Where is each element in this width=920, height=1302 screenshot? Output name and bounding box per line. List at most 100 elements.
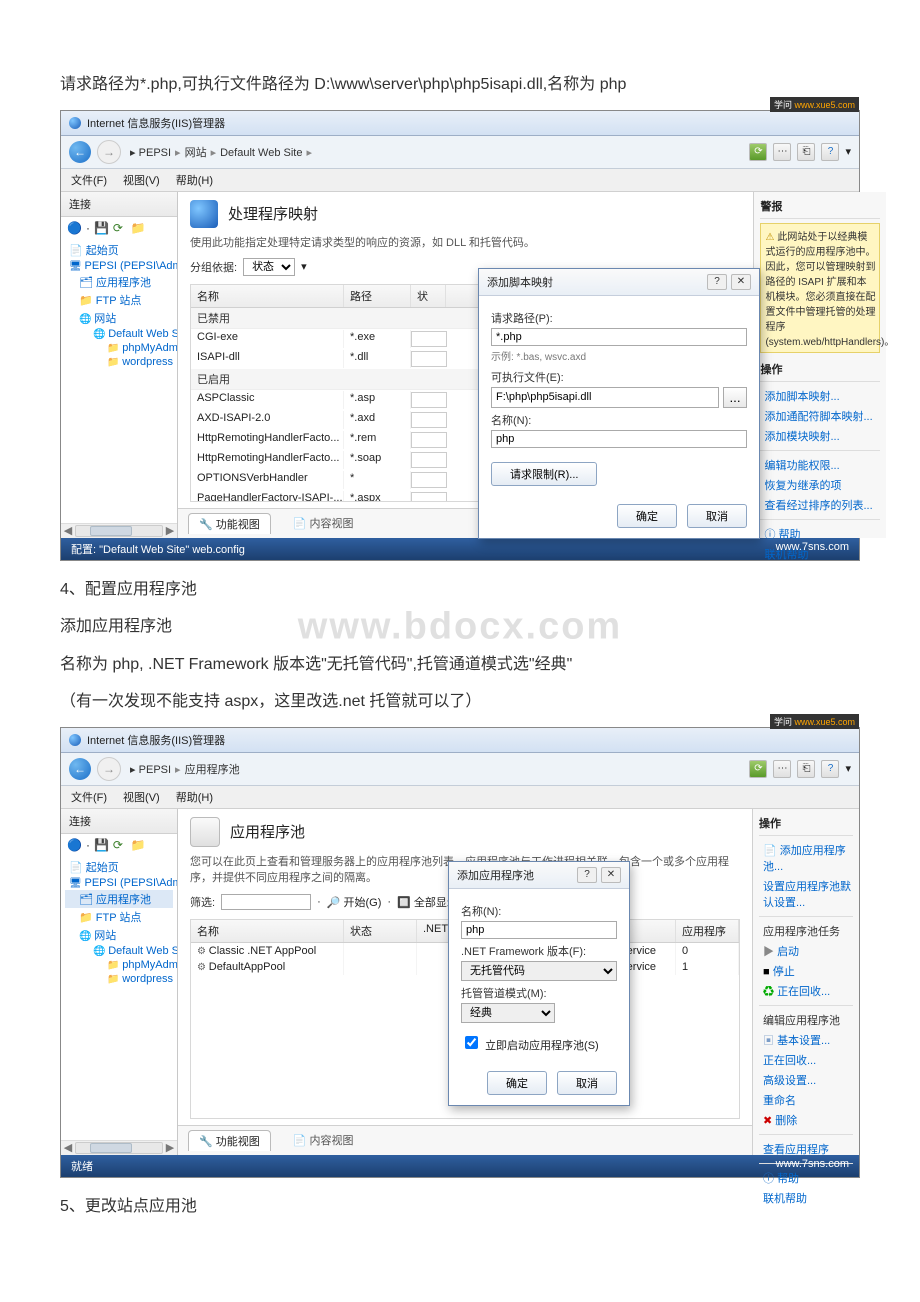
- action-online-help[interactable]: 联机帮助: [759, 1188, 853, 1208]
- back-button[interactable]: ←: [69, 141, 91, 163]
- forward-button[interactable]: →: [97, 757, 121, 781]
- group-by-select[interactable]: 状态: [243, 258, 295, 276]
- tree-server[interactable]: PEPSI (PEPSI\Administrator: [65, 259, 173, 273]
- tab-features-view[interactable]: 🔧 功能视图: [188, 1130, 271, 1151]
- tree-sites[interactable]: 网站: [65, 309, 173, 327]
- pool-name-input[interactable]: [461, 921, 617, 939]
- pipeline-select[interactable]: 经典: [461, 1003, 555, 1023]
- action-add-pool[interactable]: 📄 添加应用程序池...: [759, 840, 853, 876]
- tree-ftp[interactable]: 📁 FTP 站点: [65, 908, 173, 926]
- cancel-button[interactable]: 取消: [687, 504, 747, 528]
- connect-icon[interactable]: 🔵: [67, 221, 82, 235]
- col-apps[interactable]: 应用程序: [676, 920, 739, 942]
- tree-scrollbar[interactable]: ◀▶: [61, 523, 177, 538]
- save-icon[interactable]: 💾: [94, 838, 109, 852]
- tree-start-page[interactable]: 📄 起始页: [65, 858, 173, 876]
- action-revert[interactable]: 恢复为继承的项: [760, 475, 880, 495]
- action-stop[interactable]: 停止: [759, 961, 853, 981]
- tree-scrollbar[interactable]: ◀▶: [61, 1140, 177, 1155]
- forward-button[interactable]: →: [97, 140, 121, 164]
- ok-button[interactable]: 确定: [617, 504, 677, 528]
- autostart-checkbox[interactable]: [465, 1036, 478, 1049]
- toolbar-icon-3[interactable]: ⎗: [797, 143, 815, 161]
- save-icon[interactable]: 💾: [94, 221, 109, 235]
- page-description: 使用此功能指定处理特定请求类型的响应的资源，如 DLL 和托管代码。: [178, 232, 753, 258]
- cancel-button[interactable]: 取消: [557, 1071, 617, 1095]
- toolbar-icon-1[interactable]: ⟳: [749, 143, 767, 161]
- col-name[interactable]: 名称: [191, 285, 344, 307]
- dialog-close-icon[interactable]: ✕: [601, 867, 621, 883]
- breadcrumb[interactable]: ▸ PEPSI▸应用程序池: [127, 761, 240, 777]
- connections-tree[interactable]: 📄 起始页 PEPSI (PEPSI\Administrator 🗂 应用程序池…: [61, 239, 177, 371]
- back-button[interactable]: ←: [69, 758, 91, 780]
- action-set-defaults[interactable]: 设置应用程序池默认设置...: [759, 876, 853, 912]
- action-add-module[interactable]: 添加模块映射...: [760, 426, 880, 446]
- tree-start-page[interactable]: 📄 起始页: [65, 241, 173, 259]
- tree-wordpress[interactable]: wordpress: [65, 355, 173, 369]
- ok-button[interactable]: 确定: [487, 1071, 547, 1095]
- action-recycle[interactable]: 正在回收...: [759, 981, 853, 1001]
- action-basic-settings[interactable]: 基本设置...: [759, 1030, 853, 1050]
- dropdown-icon[interactable]: ▾: [845, 145, 851, 158]
- name-input[interactable]: [491, 430, 747, 448]
- tree-app-pools[interactable]: 🗂 应用程序池: [65, 890, 173, 908]
- tab-content-view[interactable]: 📄 内容视图: [283, 513, 364, 534]
- go-btn[interactable]: 🔎 开始(G): [327, 894, 382, 910]
- action-delete[interactable]: 删除: [759, 1110, 853, 1130]
- menu-file[interactable]: 文件(F): [71, 172, 107, 188]
- action-add-script[interactable]: 添加脚本映射...: [760, 386, 880, 406]
- tree-ftp[interactable]: 📁 FTP 站点: [65, 291, 173, 309]
- framework-select[interactable]: 无托管代码: [461, 961, 617, 981]
- restrictions-button[interactable]: 请求限制(R)...: [491, 462, 597, 486]
- action-advanced[interactable]: 高级设置...: [759, 1070, 853, 1090]
- toolbar-icon-1[interactable]: ⟳: [749, 760, 767, 778]
- dialog-help-icon[interactable]: ?: [577, 867, 597, 883]
- bookmark-icon[interactable]: 📁: [131, 838, 145, 852]
- connect-icon[interactable]: 🔵: [67, 838, 82, 852]
- col-path[interactable]: 路径: [344, 285, 411, 307]
- col-name[interactable]: 名称: [191, 920, 344, 942]
- tree-app-pools[interactable]: 🗂 应用程序池: [65, 273, 173, 291]
- request-path-input[interactable]: [491, 328, 747, 346]
- tree-default-site[interactable]: Default Web Site: [65, 944, 173, 958]
- menu-help[interactable]: 帮助(H): [176, 172, 213, 188]
- action-start[interactable]: 启动: [759, 941, 853, 961]
- menu-file[interactable]: 文件(F): [71, 789, 107, 805]
- breadcrumb[interactable]: ▸ PEPSI▸网站▸Default Web Site▸: [127, 144, 316, 160]
- browse-button[interactable]: ...: [723, 387, 747, 408]
- menu-help[interactable]: 帮助(H): [176, 789, 213, 805]
- tree-wordpress[interactable]: wordpress: [65, 972, 173, 986]
- menu-view[interactable]: 视图(V): [123, 172, 160, 188]
- col-state[interactable]: 状: [411, 285, 446, 307]
- dropdown-icon[interactable]: ▾: [845, 762, 851, 775]
- menu-bar: 文件(F) 视图(V) 帮助(H): [61, 169, 859, 192]
- tree-sites[interactable]: 网站: [65, 926, 173, 944]
- action-rename[interactable]: 重命名: [759, 1090, 853, 1110]
- dialog-help-icon[interactable]: ?: [707, 274, 727, 290]
- action-recycling[interactable]: 正在回收...: [759, 1050, 853, 1070]
- action-edit-permissions[interactable]: 编辑功能权限...: [760, 455, 880, 475]
- toolbar-icon-2[interactable]: ⋯: [773, 143, 791, 161]
- tree-server[interactable]: PEPSI (PEPSI\Administrator: [65, 876, 173, 890]
- tree-default-site[interactable]: Default Web Site: [65, 327, 173, 341]
- toolbar-icon-3[interactable]: ⎗: [797, 760, 815, 778]
- toolbar-icon-2[interactable]: ⋯: [773, 760, 791, 778]
- action-view-ordered[interactable]: 查看经过排序的列表...: [760, 495, 880, 515]
- dialog-close-icon[interactable]: ✕: [731, 274, 751, 290]
- connections-tree[interactable]: 📄 起始页 PEPSI (PEPSI\Administrator 🗂 应用程序池…: [61, 856, 177, 988]
- tree-phpmyadmin[interactable]: phpMyAdmin: [65, 958, 173, 972]
- tab-features-view[interactable]: 🔧 功能视图: [188, 513, 271, 534]
- action-add-wildcard[interactable]: 添加通配符脚本映射...: [760, 406, 880, 426]
- help-icon[interactable]: ?: [821, 143, 839, 161]
- filter-input[interactable]: [221, 894, 311, 910]
- refresh-icon[interactable]: ⟳: [113, 838, 127, 852]
- action-view-apps[interactable]: 查看应用程序: [759, 1139, 853, 1159]
- executable-input[interactable]: [491, 387, 719, 408]
- help-icon[interactable]: ?: [821, 760, 839, 778]
- tab-content-view[interactable]: 📄 内容视图: [283, 1130, 364, 1151]
- bookmark-icon[interactable]: 📁: [131, 221, 145, 235]
- menu-view[interactable]: 视图(V): [123, 789, 160, 805]
- col-state[interactable]: 状态: [344, 920, 417, 942]
- refresh-icon[interactable]: ⟳: [113, 221, 127, 235]
- tree-phpmyadmin[interactable]: phpMyAdmin: [65, 341, 173, 355]
